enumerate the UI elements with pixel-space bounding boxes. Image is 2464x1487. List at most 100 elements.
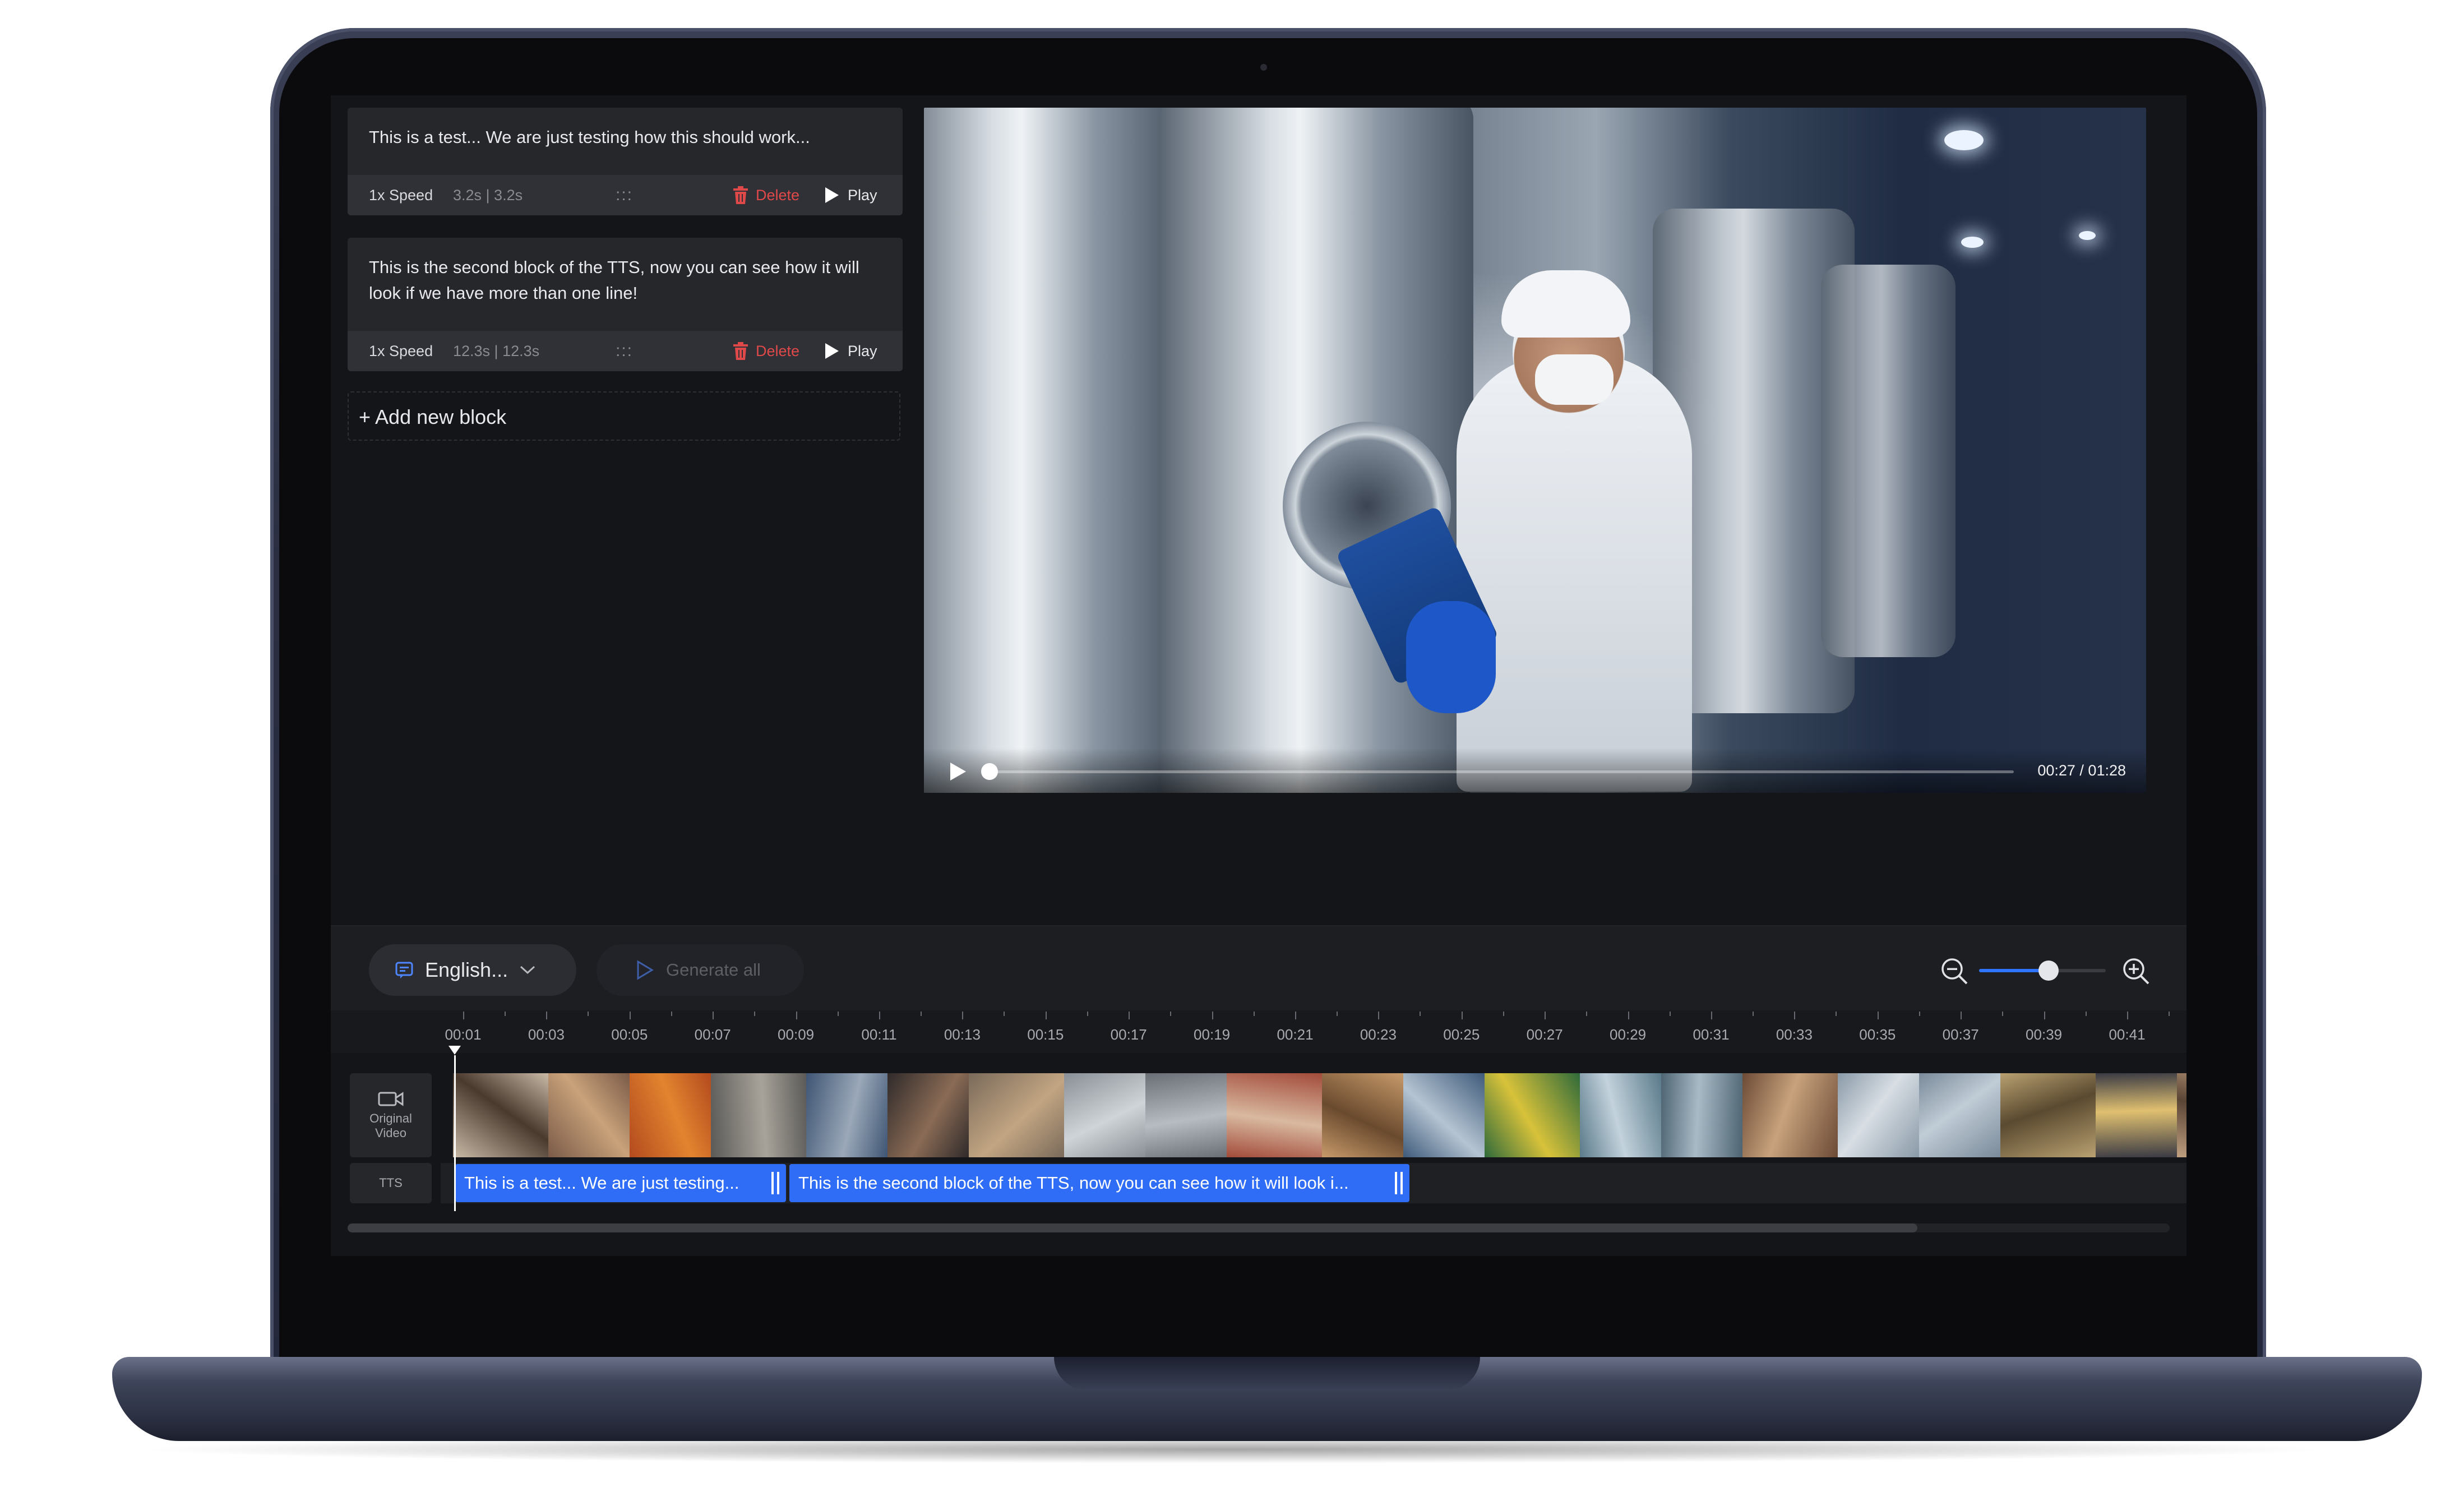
delete-button[interactable]: Delete: [732, 175, 799, 215]
ruler-tick: [1794, 1012, 1796, 1019]
ruler-tick: [713, 1012, 714, 1019]
tts-block-1[interactable]: This is a test... We are just testing ho…: [348, 108, 903, 215]
tts-clip-2[interactable]: This is the second block of the TTS, now…: [789, 1164, 1409, 1202]
ruler-tick-label: 00:07: [694, 1026, 731, 1043]
ruler-tick: [837, 1012, 839, 1016]
ruler-tick-label: 00:11: [861, 1026, 897, 1043]
drag-handle-icon[interactable]: :::: [616, 175, 633, 215]
playhead-line[interactable]: [454, 1055, 456, 1211]
play-icon: [825, 187, 839, 203]
timeline-ruler[interactable]: 00:01 00:03 00:05 00:07 00:09 00:11 00:13 00:15…: [331, 1010, 2186, 1054]
drag-handle-icon[interactable]: :::: [616, 331, 633, 371]
video-camera-icon: [378, 1092, 404, 1106]
block-duration: 3.2s | 3.2s: [453, 187, 523, 204]
video-thumbnail: [1838, 1073, 1919, 1157]
ruler-tick: [1919, 1012, 1920, 1016]
trash-icon: [733, 186, 748, 204]
video-thumbnail: [548, 1073, 630, 1157]
worker-figure: [1457, 354, 1692, 792]
ruler-tick-label: 00:13: [944, 1026, 981, 1043]
zoom-slider-knob[interactable]: [2038, 960, 2059, 981]
ruler-tick: [1129, 1012, 1130, 1019]
video-thumbnail: [1742, 1073, 1838, 1157]
video-thumbnail: [2096, 1073, 2177, 1157]
ruler-tick: [546, 1012, 548, 1019]
speed-selector[interactable]: 1x Speed: [369, 331, 433, 371]
track-label-text: Original Video: [369, 1111, 412, 1140]
timeline-scrollbar-thumb[interactable]: [348, 1223, 1917, 1232]
subtitle-icon: [395, 962, 413, 978]
add-new-block-button[interactable]: + Add new block: [348, 391, 900, 441]
clip-resize-handle[interactable]: [771, 1172, 779, 1194]
tts-clip-1[interactable]: This is a test... We are just testing...: [455, 1164, 786, 1202]
blue-glove: [1406, 601, 1496, 713]
ruler-tick: [2127, 1012, 2128, 1019]
ruler-tick: [1295, 1012, 1296, 1019]
timeline-scrollbar[interactable]: [348, 1223, 2170, 1232]
ruler-tick: [1045, 1012, 1047, 1019]
timeline-toolbar: English... Generate all: [331, 925, 2186, 1010]
video-thumbnail: [2000, 1073, 2096, 1157]
ruler-tick-label: 00:01: [445, 1026, 482, 1043]
ruler-tick: [796, 1012, 797, 1019]
ruler-tick-label: 00:29: [1610, 1026, 1647, 1043]
video-scrubber-knob[interactable]: [981, 763, 998, 780]
play-button[interactable]: Play: [824, 331, 877, 371]
video-thumbnail: [1145, 1073, 1227, 1157]
delete-label: Delete: [756, 187, 800, 204]
ruler-tick: [1961, 1012, 1962, 1019]
generate-all-button[interactable]: Generate all: [597, 944, 804, 996]
video-time: 00:27 / 01:28: [2037, 762, 2126, 779]
ruler-tick: [1420, 1012, 1421, 1016]
ruler-tick-label: 00:35: [1859, 1026, 1896, 1043]
ruler-tick-label: 00:21: [1277, 1026, 1314, 1043]
video-thumbnail: [1919, 1073, 2000, 1157]
video-thumbnail: [1403, 1073, 1485, 1157]
ceiling-light: [1961, 237, 1984, 248]
ruler-tick: [1253, 1012, 1255, 1016]
zoom-slider[interactable]: [1979, 960, 2106, 981]
ruler-tick: [463, 1012, 464, 1019]
ruler-tick: [1004, 1012, 1005, 1016]
video-thumbnail-strip[interactable]: [453, 1073, 2186, 1157]
ruler-tick-label: 00:17: [1110, 1026, 1147, 1043]
play-outline-icon: [637, 960, 654, 980]
laptop-notch: [1054, 1357, 1480, 1391]
language-dropdown[interactable]: English...: [369, 944, 576, 996]
ruler-tick-label: 00:19: [1194, 1026, 1231, 1043]
camera-icon: [1260, 64, 1267, 71]
playhead-marker[interactable]: [449, 1046, 461, 1055]
video-progress-bar[interactable]: [981, 763, 2014, 780]
steel-tank: [1821, 265, 1956, 657]
track-label-text: TTS: [379, 1176, 403, 1190]
zoom-out-icon[interactable]: [1940, 957, 1969, 986]
clip-resize-handle[interactable]: [1395, 1172, 1403, 1194]
ruler-tick: [1711, 1012, 1712, 1019]
video-thumbnail: [630, 1073, 711, 1157]
ruler-tick: [1087, 1012, 1088, 1016]
ruler-tick: [1461, 1012, 1463, 1019]
delete-button[interactable]: Delete: [732, 331, 799, 371]
track-label-original-video: Original Video: [350, 1073, 432, 1157]
zoom-in-icon[interactable]: [2121, 957, 2151, 986]
ruler-tick-label: 00:31: [1693, 1026, 1730, 1043]
video-player[interactable]: 00:27 / 01:28: [924, 108, 2146, 793]
play-icon: [825, 343, 839, 359]
ruler-tick-label: 00:15: [1027, 1026, 1064, 1043]
ruler-tick: [1378, 1012, 1380, 1019]
video-thumbnail: [1661, 1073, 1742, 1157]
block-text[interactable]: This is the second block of the TTS, now…: [369, 255, 880, 306]
play-button[interactable]: Play: [824, 175, 877, 215]
trash-icon: [733, 342, 748, 360]
play-label: Play: [848, 187, 877, 204]
ruler-tick: [879, 1012, 880, 1019]
play-icon[interactable]: [949, 761, 968, 782]
ruler-tick: [1628, 1012, 1629, 1019]
app-screen: This is a test... We are just testing ho…: [331, 95, 2186, 1256]
tts-block-2[interactable]: This is the second block of the TTS, now…: [348, 238, 903, 371]
ruler-tick-label: 00:03: [528, 1026, 565, 1043]
speed-selector[interactable]: 1x Speed: [369, 175, 433, 215]
ruler-tick-label: 00:41: [2109, 1026, 2146, 1043]
block-text[interactable]: This is a test... We are just testing ho…: [369, 124, 880, 150]
delete-label: Delete: [756, 343, 800, 359]
